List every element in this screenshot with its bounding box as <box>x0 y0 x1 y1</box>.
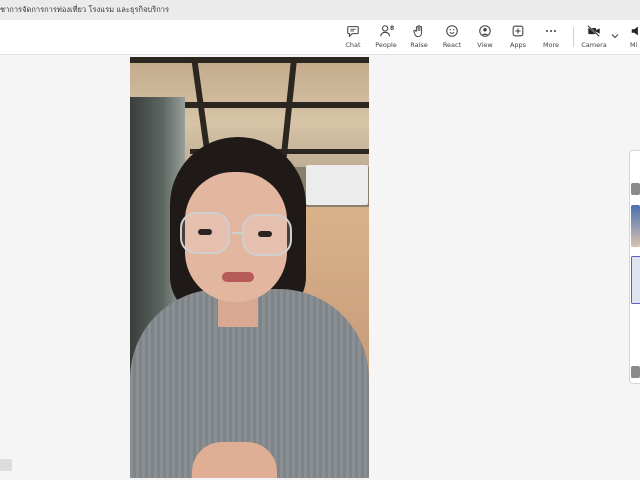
video-eye-right <box>258 231 272 237</box>
people-count-badge: 8 <box>390 25 395 32</box>
raise-hand-icon <box>413 25 423 38</box>
more-button[interactable]: More <box>534 23 568 53</box>
gallery-thumb-4[interactable] <box>631 366 640 378</box>
people-label: People <box>375 41 397 49</box>
video-eye-left <box>198 229 212 235</box>
smiley-icon <box>446 25 458 37</box>
camera-off-icon <box>587 25 600 37</box>
view-label: View <box>477 41 493 49</box>
raise-label: Raise <box>410 41 428 49</box>
raise-hand-button[interactable]: Raise <box>402 23 436 53</box>
camera-button[interactable]: Camera <box>577 23 611 53</box>
chat-icon <box>347 26 359 38</box>
more-icon <box>546 29 556 33</box>
gallery-thumb-1[interactable] <box>631 183 640 195</box>
react-button[interactable]: React <box>435 23 469 53</box>
apps-button[interactable]: Apps <box>501 23 535 53</box>
mic-button[interactable]: Mi <box>624 23 640 53</box>
edit-icon[interactable] <box>0 459 12 471</box>
window-title: ชาการจัดการการท่องเที่ยว โรงแรม และธุรกิ… <box>0 5 169 14</box>
apps-label: Apps <box>509 41 527 49</box>
chat-button[interactable]: Chat <box>336 23 370 53</box>
view-button[interactable]: View <box>468 23 502 53</box>
gallery-thumb-2[interactable] <box>631 205 640 247</box>
chevron-down-icon[interactable] <box>610 31 620 41</box>
more-label: More <box>542 41 560 49</box>
video-glasses-bridge <box>232 232 242 234</box>
camera-label: Camera <box>581 41 607 49</box>
view-icon <box>479 25 491 37</box>
people-button[interactable]: 8 People <box>369 23 403 53</box>
apps-icon <box>512 25 524 37</box>
participant-video[interactable] <box>130 57 369 478</box>
react-label: React <box>442 41 462 49</box>
video-air-conditioner <box>306 165 368 205</box>
video-person-mouth <box>222 272 254 282</box>
toolbar-divider <box>573 27 574 47</box>
mic-label: Mi <box>630 41 638 49</box>
video-person-hand <box>192 442 277 478</box>
mic-icon <box>631 26 638 36</box>
chat-label: Chat <box>345 41 361 49</box>
title-bar: ชาการจัดการการท่องเที่ยว โรงแรม และธุรกิ… <box>0 0 640 20</box>
gallery-thumb-3-selected[interactable] <box>631 256 640 304</box>
